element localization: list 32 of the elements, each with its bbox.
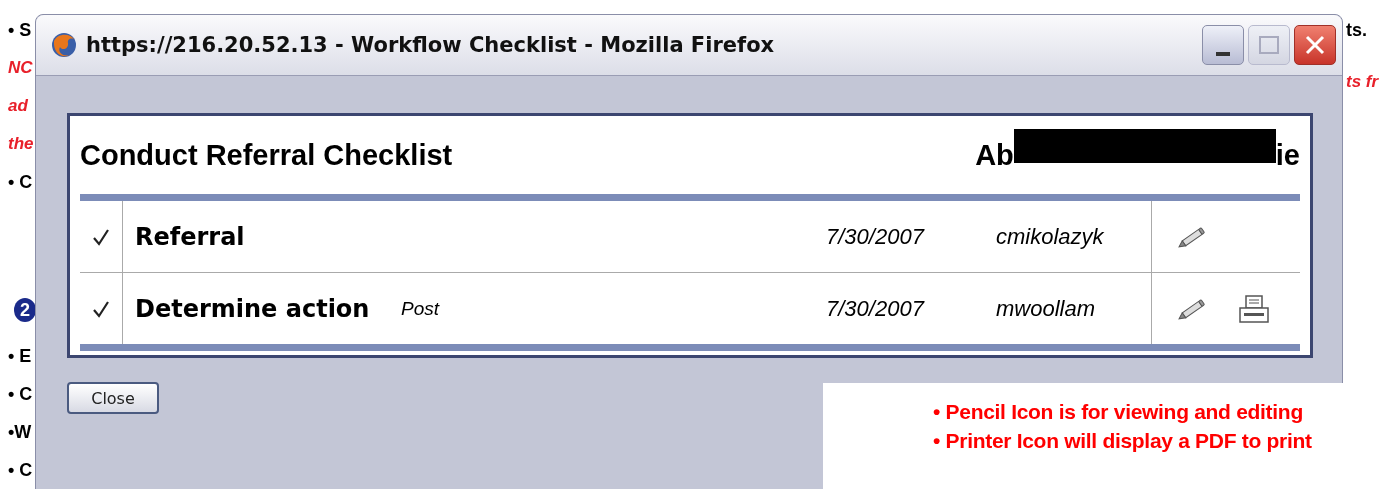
close-button[interactable] bbox=[1294, 25, 1336, 65]
date-text: 7/30/2007 bbox=[826, 295, 926, 322]
window-title: https://216.20.52.13 - Workflow Checklist - Mozilla Firefox bbox=[86, 33, 776, 57]
bullet-text: • C bbox=[8, 171, 34, 194]
callout-text: • Printer Icon will display a PDF to print bbox=[933, 428, 1313, 454]
person-name: Ab bbox=[975, 138, 1014, 172]
note-text: ad bbox=[8, 95, 29, 117]
note-text: ts fr bbox=[1346, 71, 1379, 93]
bullet-text: • E bbox=[8, 345, 33, 368]
step-number-badge: 2 bbox=[14, 298, 36, 322]
minimize-button[interactable] bbox=[1202, 25, 1244, 65]
date-text: 7/30/2007 bbox=[826, 223, 926, 250]
bullet-text: •W bbox=[8, 421, 33, 444]
task-name: Determine action bbox=[135, 294, 371, 323]
bullet-text: • S bbox=[8, 19, 33, 42]
note-text: NC bbox=[8, 57, 34, 79]
task-note: Post bbox=[401, 297, 440, 320]
note-text: the bbox=[8, 133, 35, 155]
bullet-text: • C bbox=[8, 383, 34, 406]
bullet-text: ts. bbox=[1346, 19, 1368, 42]
close-icon bbox=[1304, 34, 1326, 56]
callout-text: • Pencil Icon is for viewing and editing bbox=[933, 399, 1304, 425]
task-name: Referral bbox=[135, 222, 246, 251]
globe-icon bbox=[50, 31, 78, 59]
user-name: cmikolazyk bbox=[996, 223, 1105, 250]
bullet-text: • C bbox=[8, 459, 34, 482]
user-name: mwoollam bbox=[996, 295, 1097, 322]
pencil-icon bbox=[1178, 296, 1208, 321]
pencil-icon bbox=[1178, 224, 1208, 249]
person-name: ie bbox=[1275, 138, 1300, 172]
close-button[interactable]: Close bbox=[67, 382, 159, 414]
checklist-heading: Conduct Referral Checklist bbox=[80, 138, 453, 172]
